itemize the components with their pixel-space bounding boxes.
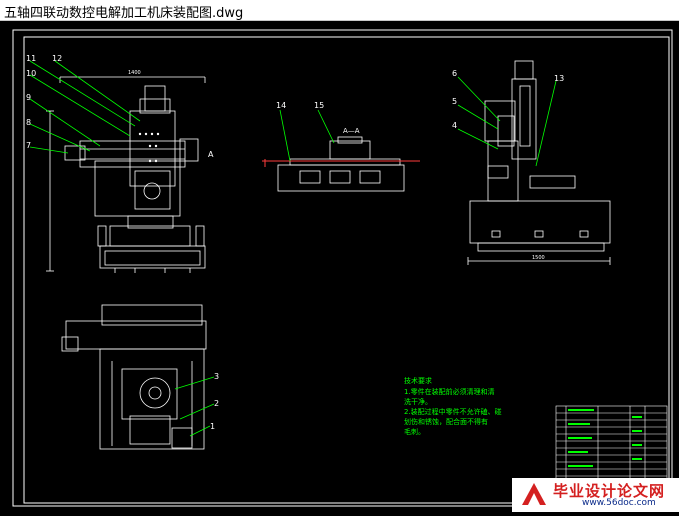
- section-leaders: [279, 109, 335, 162]
- callout-14: 14: [276, 101, 286, 110]
- front-leaders: [29, 60, 141, 154]
- front-view: [46, 76, 206, 273]
- callout-10: 10: [26, 69, 36, 78]
- window-title-bar: 五轴四联动数控电解加工机床装配图.dwg: [0, 0, 679, 21]
- inner-frame: [23, 36, 670, 504]
- section-label: A—A: [343, 127, 360, 135]
- notes-line-5: 毛刺。: [404, 427, 425, 436]
- callout-6: 6: [452, 69, 457, 78]
- callout-7: 7: [26, 141, 31, 150]
- callout-11: 11: [26, 54, 36, 63]
- callout-2: 2: [214, 399, 219, 408]
- notes-line-2: 洗干净。: [404, 397, 432, 406]
- watermark-url: www.56doc.com: [582, 498, 656, 508]
- watermark-logo-icon: [522, 483, 546, 505]
- callout-15: 15: [314, 101, 324, 110]
- technical-notes: 技术要求 1.零件在装配前必须清理和清 洗干净。 2.装配过程中零件不允许磕、碰…: [404, 376, 502, 436]
- cad-drawing: 1400 A 11 12 10 9 8 7 A—A 14 15 1500 6 5…: [12, 29, 673, 507]
- callout-5: 5: [452, 97, 457, 106]
- notes-title: 技术要求: [404, 376, 432, 385]
- callout-12: 12: [52, 54, 62, 63]
- notes-line-3: 2.装配过程中零件不允许磕、碰: [404, 407, 502, 416]
- side-view: [467, 60, 611, 265]
- callout-13: 13: [554, 74, 564, 83]
- callout-3: 3: [214, 372, 219, 381]
- callout-4: 4: [452, 121, 457, 130]
- top-view: [61, 304, 207, 450]
- dim-right: 1500: [532, 255, 545, 261]
- section-view: [277, 136, 405, 192]
- callout-8: 8: [26, 118, 31, 127]
- notes-line-4: 划伤和锈蚀，配合面不得有: [404, 417, 488, 426]
- top-leaders: [174, 376, 215, 437]
- view-arrow-label: A: [208, 150, 214, 159]
- notes-line-1: 1.零件在装配前必须清理和清: [404, 387, 495, 396]
- drawing-canvas[interactable]: 1400 A 11 12 10 9 8 7 A—A 14 15 1500 6 5…: [0, 21, 679, 512]
- callout-9: 9: [26, 93, 31, 102]
- side-leaders: [457, 76, 557, 167]
- callout-1: 1: [210, 422, 215, 431]
- window-title: 五轴四联动数控电解加工机床装配图.dwg: [4, 6, 244, 21]
- dim-top: 1400: [128, 70, 141, 76]
